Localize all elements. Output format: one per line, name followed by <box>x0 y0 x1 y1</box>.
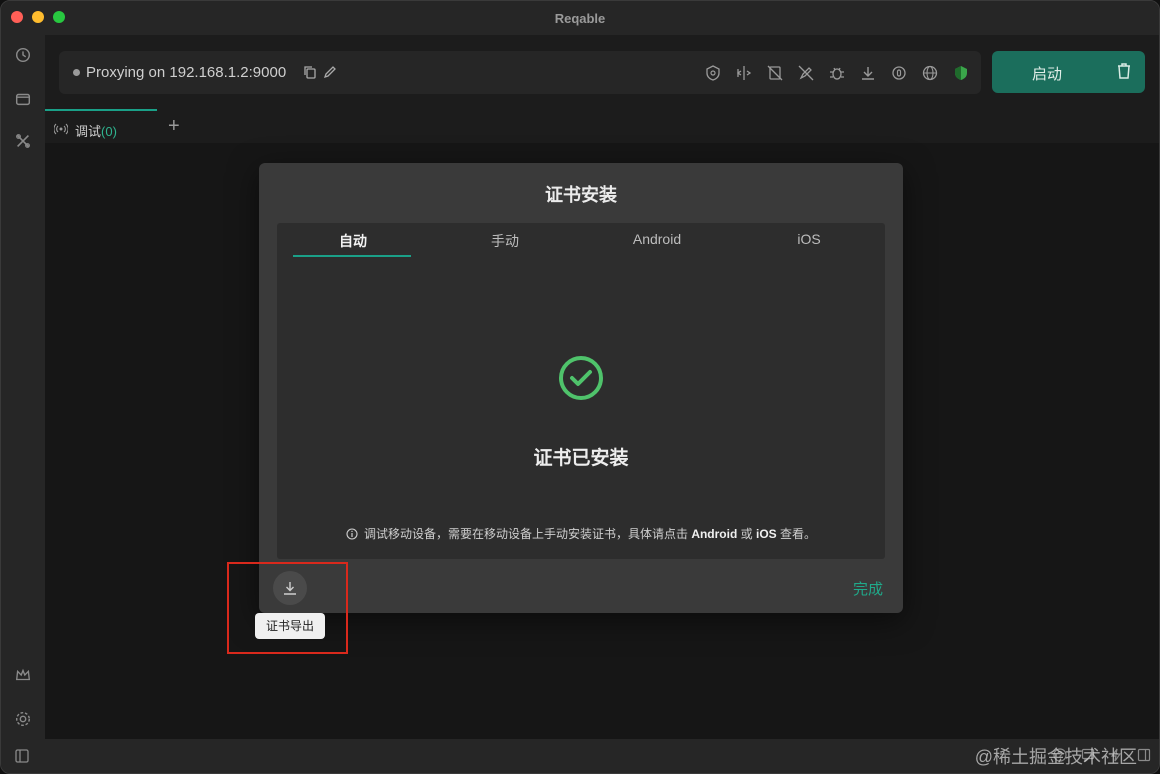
no-breakpoint-icon[interactable] <box>765 63 785 83</box>
cert-install-dialog: 证书安装 自动 手动 Android iOS 证书已安装 调试移动设备，需要在移… <box>259 163 903 613</box>
hint-suffix: 查看。 <box>780 527 817 541</box>
status-bar: @稀土掘金技术社区 <box>1 739 1159 773</box>
panel-toggle-icon[interactable] <box>1137 748 1151 767</box>
traffic-lights <box>11 11 65 23</box>
history-icon[interactable] <box>13 45 33 65</box>
info-icon <box>346 528 358 543</box>
minimize-window-button[interactable] <box>32 11 44 23</box>
tab-ios[interactable]: iOS <box>733 231 885 247</box>
tab-debug-label: 调试(0) <box>75 121 117 140</box>
tab-auto[interactable]: 自动 <box>277 231 429 251</box>
active-tab-underline <box>293 255 411 257</box>
tab-debug[interactable]: 调试(0) <box>45 109 157 143</box>
check-circle-icon <box>559 356 603 400</box>
broadcast-icon <box>53 122 69 140</box>
split-icon[interactable] <box>734 63 754 83</box>
cert-installed-text: 证书已安装 <box>533 448 629 469</box>
settings-icon[interactable] <box>13 709 33 729</box>
maximize-window-button[interactable] <box>53 11 65 23</box>
trash-icon[interactable] <box>1117 63 1131 82</box>
edit-icon[interactable] <box>323 65 337 84</box>
copy-icon[interactable] <box>303 65 317 84</box>
download-icon[interactable] <box>858 63 878 83</box>
app-window: Reqable Proxying on 192.168.1.2:9000 启动 … <box>0 0 1160 774</box>
hint-android-link[interactable]: Android <box>691 527 737 541</box>
sidebar-toggle-icon[interactable] <box>14 748 30 769</box>
done-button[interactable]: 完成 <box>853 578 883 599</box>
tab-android[interactable]: Android <box>581 231 733 247</box>
globe-icon[interactable] <box>920 63 940 83</box>
start-button[interactable]: 启动 <box>992 51 1145 93</box>
bug-icon[interactable] <box>827 63 847 83</box>
toolbar-icons <box>703 63 971 83</box>
circle-icon[interactable] <box>889 63 909 83</box>
hint-or: 或 <box>740 527 753 541</box>
proxy-status-dot <box>73 69 80 76</box>
hint-prefix: 调试移动设备，需要在移动设备上手动安装证书，具体请点击 <box>363 527 688 541</box>
add-tab-button[interactable]: + <box>168 115 180 138</box>
hint-ios-link[interactable]: iOS <box>756 527 777 541</box>
watermark-text: @稀土掘金技术社区 <box>974 747 1137 767</box>
title-bar: Reqable <box>1 1 1159 35</box>
window-icon[interactable] <box>13 89 33 109</box>
tab-manual[interactable]: 手动 <box>429 231 581 251</box>
window-title: Reqable <box>554 10 606 26</box>
session-tabbar: 调试(0) + <box>45 109 1159 143</box>
proxy-bar: Proxying on 192.168.1.2:9000 <box>59 51 981 94</box>
tab-debug-count: (0) <box>101 124 117 139</box>
shield-lock-icon[interactable] <box>703 63 723 83</box>
secure-shield-icon[interactable] <box>951 63 971 83</box>
hint-text: 调试移动设备，需要在移动设备上手动安装证书，具体请点击 Android 或 iO… <box>277 525 885 543</box>
crown-icon[interactable] <box>13 665 33 685</box>
dialog-panel: 自动 手动 Android iOS 证书已安装 调试移动设备，需要在移动设备上手… <box>277 223 885 559</box>
close-window-button[interactable] <box>11 11 23 23</box>
tools-icon[interactable] <box>13 131 33 151</box>
annotation-highlight-box <box>227 562 348 654</box>
no-rewrite-icon[interactable] <box>796 63 816 83</box>
proxy-status-text: Proxying on 192.168.1.2:9000 <box>86 64 287 81</box>
dialog-title: 证书安装 <box>545 185 617 205</box>
sidebar <box>1 35 45 773</box>
start-button-label: 启动 <box>1032 66 1063 83</box>
dialog-tabs: 自动 手动 Android iOS <box>277 223 885 261</box>
tab-debug-text: 调试 <box>75 124 102 139</box>
